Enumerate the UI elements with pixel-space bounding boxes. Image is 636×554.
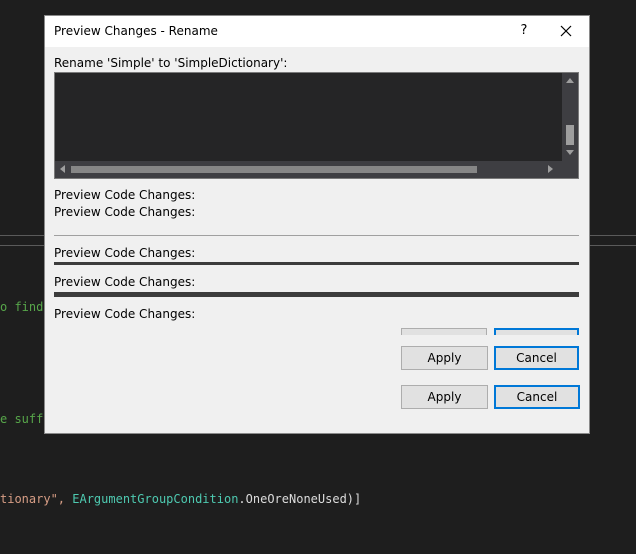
rename-label: Rename 'Simple' to 'SimpleDictionary':: [54, 56, 288, 70]
preview-code-pane: [54, 292, 579, 297]
arrow-up-icon[interactable]: [566, 78, 574, 83]
scrollbar-corner: [562, 161, 578, 178]
apply-button[interactable]: Apply: [401, 346, 488, 370]
preview-changes-dialog: Preview Changes - Rename ? Rename 'Simpl…: [44, 15, 590, 434]
vertical-scroll-thumb[interactable]: [566, 125, 574, 145]
apply-button[interactable]: Apply: [401, 385, 488, 409]
preview-code-label: Preview Code Changes:: [54, 307, 196, 321]
code-rest: .OneOreNoneUsed)]: [238, 492, 362, 506]
vertical-scrollbar[interactable]: [562, 73, 578, 161]
preview-code-label: Preview Code Changes:: [54, 246, 196, 260]
cancel-button[interactable]: Cancel: [494, 385, 580, 409]
arrow-left-icon[interactable]: [60, 165, 65, 173]
preview-code-label: Preview Code Changes:: [54, 188, 196, 202]
cancel-button[interactable]: Cancel: [494, 346, 579, 370]
preview-code-pane: [54, 262, 579, 265]
horizontal-scroll-thumb[interactable]: [71, 166, 477, 173]
horizontal-scrollbar[interactable]: [55, 161, 562, 178]
clipped-buttons-row: [395, 328, 585, 335]
editor-comment-line: o find: [0, 300, 44, 314]
rename-preview-tree[interactable]: [54, 72, 579, 179]
arrow-right-icon[interactable]: [548, 165, 553, 173]
preview-code-label: Preview Code Changes:: [54, 205, 196, 219]
preview-divider: [54, 235, 579, 236]
preview-code-label: Preview Code Changes:: [54, 275, 196, 289]
editor-comment-line: e suff: [0, 412, 44, 426]
help-button[interactable]: ?: [516, 23, 532, 38]
arrow-down-icon[interactable]: [566, 150, 574, 155]
dialog-titlebar: Preview Changes - Rename ?: [45, 16, 589, 47]
close-icon: [560, 25, 572, 37]
cancel-button[interactable]: [494, 328, 579, 335]
apply-button[interactable]: [401, 328, 487, 335]
dialog-title: Preview Changes - Rename: [54, 24, 218, 38]
close-button[interactable]: [555, 21, 577, 41]
editor-code-line: tionary", EArgumentGroupCondition.OneOre…: [0, 492, 361, 506]
code-string: tionary",: [0, 492, 73, 506]
code-type: EArgumentGroupCondition: [72, 492, 239, 506]
